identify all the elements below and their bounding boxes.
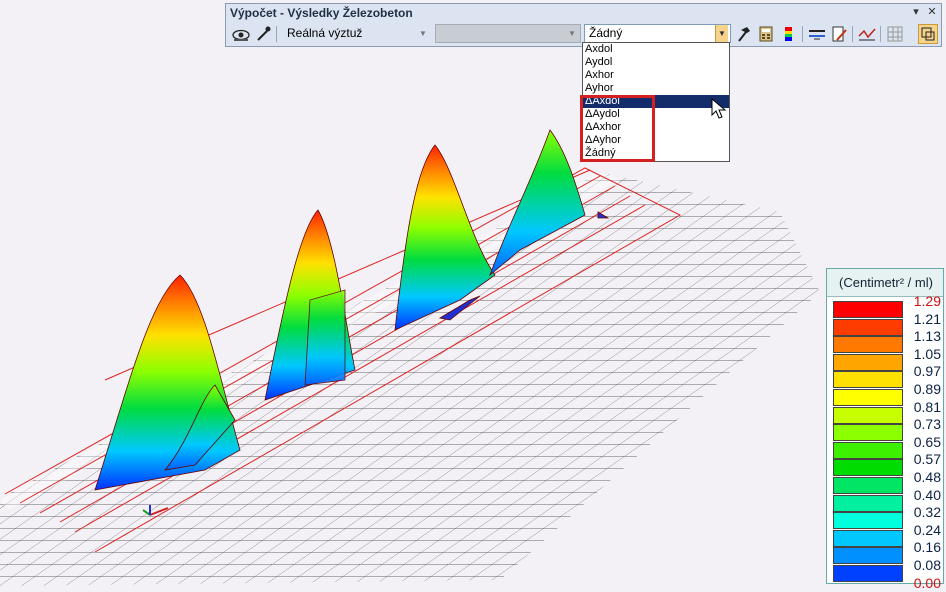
legend-value: 0.24: [913, 521, 941, 538]
dropdown-option-delta-aydol[interactable]: ΔAydol: [583, 108, 729, 121]
legend-swatch: [833, 353, 903, 371]
result-3d-viewport[interactable]: [0, 0, 946, 590]
legend-value: 0.16: [913, 539, 941, 556]
reinforcement-type-value: Reálná výztuž: [287, 26, 363, 40]
result-type-select[interactable]: Žádný ▼: [584, 24, 731, 43]
result-type-dropdown-list: Axdol Aydol Axhor Ayhor ΔAxdol ΔAydol ΔA…: [582, 42, 730, 162]
legend-value: 0.08: [913, 557, 941, 573]
hammer-icon[interactable]: [733, 24, 753, 44]
legend-swatch: [833, 441, 903, 459]
legend-value: 0.65: [913, 433, 941, 450]
dropdown-option-ayhor[interactable]: Ayhor: [583, 82, 729, 95]
legend-swatch: [833, 565, 903, 582]
dropdown-option-aydol[interactable]: Aydol: [583, 56, 729, 69]
dropdown-option-delta-axdol[interactable]: ΔAxdol: [583, 95, 729, 108]
dropdown-option-axdol[interactable]: Axdol: [583, 43, 729, 56]
legend-swatch: [833, 424, 903, 442]
pipette-icon[interactable]: [253, 24, 273, 44]
secondary-select[interactable]: ▼: [435, 24, 581, 43]
chevron-down-icon: ▼: [419, 29, 427, 38]
dropdown-option-delta-axhor[interactable]: ΔAxhor: [583, 121, 729, 134]
legend-value: 0.89: [913, 381, 941, 397]
legend-swatch: [833, 389, 903, 406]
legend-value: 0.48: [913, 469, 941, 485]
legend-unit-label: (Centimetr² / ml): [839, 275, 933, 290]
legend-value: 0.40: [913, 486, 941, 503]
legend-value: 0.73: [913, 416, 941, 433]
legend-value: 0.57: [913, 451, 941, 468]
legend-value: 0.81: [913, 398, 941, 415]
dropdown-option-delta-ayhor[interactable]: ΔAyhor: [583, 134, 729, 147]
legend-value: 0.00: [913, 574, 941, 591]
diagram-icon[interactable]: [857, 24, 877, 44]
legend-swatch: [833, 336, 903, 354]
toolbar-separator: [852, 26, 853, 42]
legend-swatch: [833, 371, 903, 389]
legend-swatch: [833, 547, 903, 565]
legend-swatch: [833, 512, 903, 530]
chevron-down-icon: ▼: [715, 25, 728, 42]
color-legend: (Centimetr² / ml) 1.29 1.21 1.13 1.05 0.97 0.…: [826, 268, 944, 591]
close-icon[interactable]: ✕: [925, 5, 939, 19]
legend-swatch: [833, 477, 903, 494]
document-edit-icon[interactable]: [829, 24, 849, 44]
select-mode-icon[interactable]: [918, 24, 938, 44]
toolbar-separator: [276, 26, 277, 42]
legend-swatch: [833, 318, 903, 336]
grid-icon[interactable]: [885, 24, 905, 44]
dropdown-option-none[interactable]: Žádný: [583, 147, 729, 160]
color-scale-icon[interactable]: [779, 24, 799, 44]
mouse-cursor-icon: [711, 98, 727, 119]
legend-value: 1.13: [913, 328, 941, 345]
filter-icon[interactable]: [807, 24, 827, 44]
legend-value: 1.21: [913, 310, 941, 327]
results-toolbar-window: Výpočet - Výsledky Železobeton ▾ ✕ Reáln…: [225, 3, 942, 47]
result-type-value: Žádný: [589, 26, 623, 40]
window-title: Výpočet - Výsledky Železobeton: [230, 6, 413, 20]
legend-swatch: [833, 529, 903, 547]
legend-value: 1.29: [913, 293, 941, 309]
legend-value: 0.97: [913, 363, 941, 380]
reinforcement-type-select[interactable]: Reálná výztuž ▼: [282, 24, 432, 43]
pin-dropdown-icon[interactable]: ▾: [909, 5, 923, 19]
legend-swatch: [833, 459, 903, 477]
legend-swatch: [833, 301, 903, 318]
chevron-down-icon: ▼: [568, 29, 576, 38]
legend-swatch: [833, 406, 903, 424]
calculator-icon[interactable]: [756, 24, 776, 44]
dropdown-option-axhor[interactable]: Axhor: [583, 69, 729, 82]
toolbar-separator: [880, 26, 881, 42]
toolbar-separator: [802, 26, 803, 42]
legend-value: 1.05: [913, 345, 941, 362]
eye-settings-icon[interactable]: [231, 24, 251, 44]
legend-value: 0.32: [913, 504, 941, 521]
legend-swatch: [833, 494, 903, 512]
